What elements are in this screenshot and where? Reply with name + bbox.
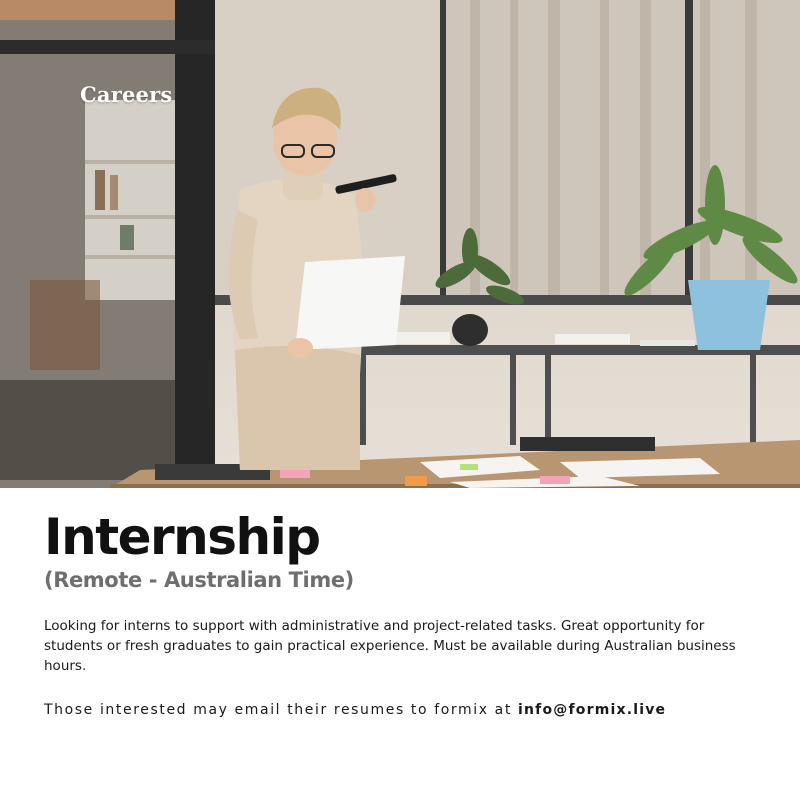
- careers-label: Careers: [80, 82, 173, 107]
- office-photo: Careers: [0, 0, 800, 488]
- contact-text: Those interested may email their resumes…: [44, 702, 519, 718]
- job-description: Looking for interns to support with admi…: [44, 618, 736, 674]
- contact-line: Those interested may email their resumes…: [44, 702, 666, 718]
- job-subtitle: (Remote - Australian Time): [44, 568, 354, 592]
- contact-email[interactable]: info@formix.live: [518, 702, 666, 718]
- job-poster: Careers Internship (Remote - Australian …: [0, 0, 800, 800]
- office-illustration: [0, 0, 800, 488]
- job-title: Internship: [44, 508, 321, 566]
